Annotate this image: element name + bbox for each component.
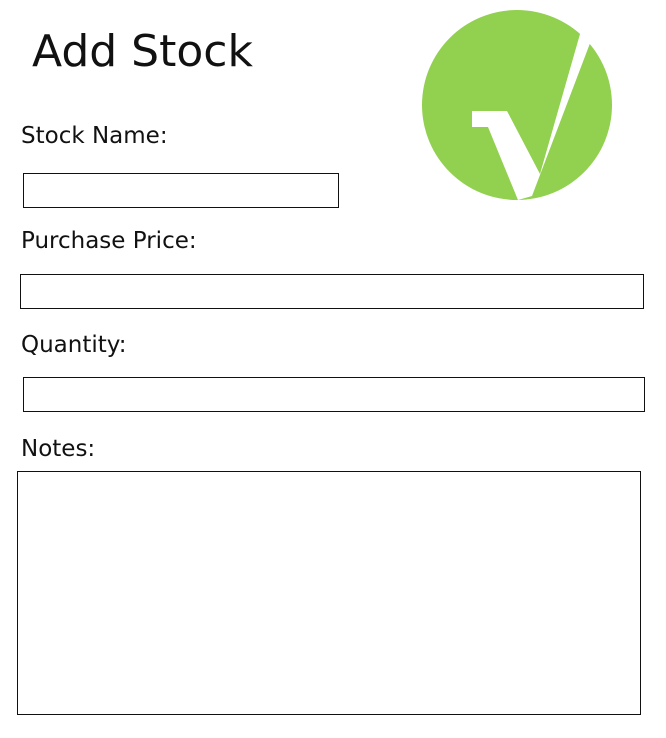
page-title: Add Stock [32, 26, 253, 77]
checkmark-logo-icon [422, 10, 612, 200]
quantity-input[interactable] [23, 377, 645, 412]
purchase-price-input[interactable] [20, 274, 644, 309]
stock-name-label: Stock Name: [21, 123, 168, 149]
purchase-price-label: Purchase Price: [21, 228, 197, 254]
stock-name-input[interactable] [23, 173, 339, 208]
notes-label: Notes: [21, 436, 96, 462]
notes-textarea[interactable] [17, 471, 641, 715]
quantity-label: Quantity: [21, 332, 127, 358]
